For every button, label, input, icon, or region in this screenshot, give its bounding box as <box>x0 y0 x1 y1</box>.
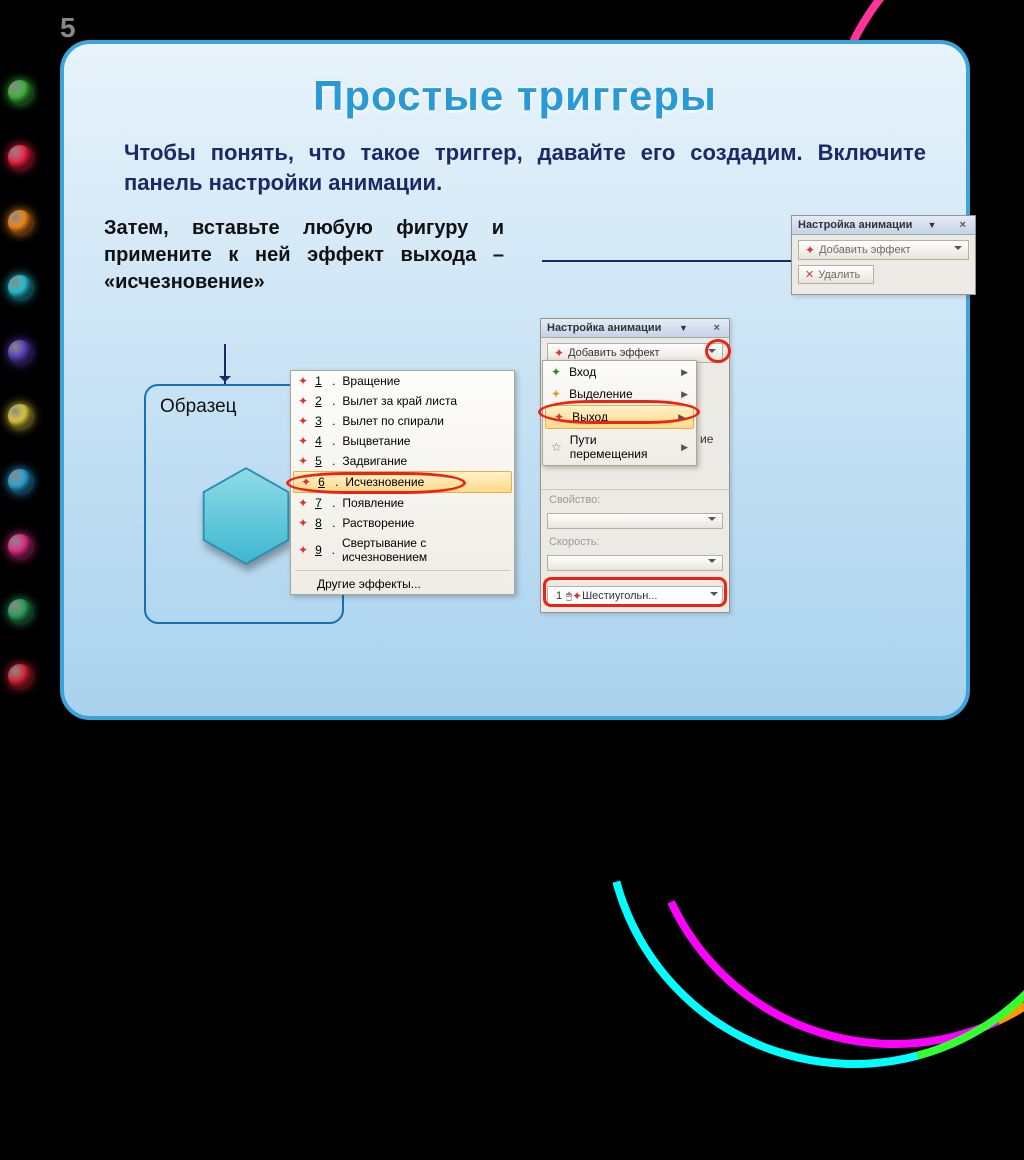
nav-ball[interactable] <box>8 664 32 688</box>
fx-item-1[interactable]: ✦1. Вращение <box>291 371 514 391</box>
nav-ball[interactable] <box>8 340 32 364</box>
separator <box>541 489 729 490</box>
delete-icon: ✕ <box>805 268 814 281</box>
add-effect-label: Добавить эффект <box>819 244 910 256</box>
clipped-text: ие <box>700 432 713 446</box>
dropdown-icon <box>708 559 716 567</box>
fx-label: Свертывание с исчезновением <box>342 536 507 564</box>
close-icon[interactable]: × <box>711 322 723 334</box>
hexagon-shape[interactable] <box>200 464 292 568</box>
pane-title: Настройка анимации <box>547 322 661 334</box>
fx-label: Вращение <box>342 374 400 388</box>
star-icon: ✦ <box>298 516 308 530</box>
star-icon: ✦ <box>298 543 308 557</box>
menu-label: Вход <box>569 365 596 379</box>
fx-label: Появление <box>342 496 404 510</box>
fx-item-7[interactable]: ✦7. Появление <box>291 493 514 513</box>
submenu-arrow-icon: ▶ <box>681 442 688 453</box>
menu-item-motionpath[interactable]: ☆ Пути перемещения ▶ <box>543 429 696 465</box>
star-icon: ✦ <box>554 410 564 424</box>
slide-title: Простые триггеры <box>94 72 936 120</box>
slide-card: Простые триггеры Чтобы понять, что такое… <box>60 40 970 720</box>
star-icon: ✦ <box>551 365 561 379</box>
arrow-down-icon <box>224 344 226 384</box>
fx-label: Растворение <box>342 516 414 530</box>
submenu-arrow-icon: ▶ <box>678 412 685 423</box>
pane-title: Настройка анимации <box>798 219 912 231</box>
fx-label: Вылет по спирали <box>342 414 444 428</box>
star-icon: ✦ <box>298 434 308 448</box>
effect-name: Шестиугольн... <box>582 590 710 602</box>
dropdown-icon <box>708 349 716 357</box>
path-icon: ☆ <box>551 440 562 454</box>
menu-item-emphasis[interactable]: ✦ Выделение ▶ <box>543 383 696 405</box>
menu-item-enter[interactable]: ✦ Вход ▶ <box>543 361 696 383</box>
slide-number: 5 <box>60 12 76 44</box>
menu-label: Выход <box>572 410 608 424</box>
star-icon: ✦ <box>298 496 308 510</box>
star-icon: ✦ <box>554 346 564 360</box>
fx-item-4[interactable]: ✦4. Выцветание <box>291 431 514 451</box>
fx-item-5[interactable]: ✦5. Задвигание <box>291 451 514 471</box>
fx-label: Другие эффекты... <box>317 577 421 591</box>
fx-item-3[interactable]: ✦3. Вылет по спирали <box>291 411 514 431</box>
star-icon: ✦ <box>298 414 308 428</box>
dropdown-icon <box>708 517 716 525</box>
star-icon: ✦ <box>298 394 308 408</box>
nav-ball[interactable] <box>8 145 32 169</box>
speed-label: Скорость: <box>541 534 729 550</box>
separator <box>295 570 510 571</box>
slide-nav-balls <box>8 0 44 768</box>
menu-item-exit[interactable]: ✦ Выход ▶ <box>545 405 694 429</box>
pane-header: Настройка анимации ▼ × <box>541 319 729 338</box>
delete-button-disabled: ✕ Удалить <box>798 265 874 284</box>
nav-ball[interactable] <box>8 275 32 299</box>
star-icon: ✦ <box>298 374 308 388</box>
nav-ball[interactable] <box>8 534 32 558</box>
dropdown-icon[interactable] <box>710 592 718 600</box>
fx-label: Выцветание <box>342 434 410 448</box>
fx-item-8[interactable]: ✦8. Растворение <box>291 513 514 533</box>
close-icon[interactable]: × <box>957 219 969 231</box>
fx-item-6[interactable]: ✦6. Исчезновение <box>293 471 512 493</box>
nav-ball[interactable] <box>8 599 32 623</box>
animation-pane-disabled: Настройка анимации ▼ × ✦ Добавить эффект… <box>791 215 976 295</box>
dropdown-icon <box>954 246 962 254</box>
fx-item-other[interactable]: Другие эффекты... <box>291 574 514 594</box>
star-icon: ✦ <box>551 387 561 401</box>
star-icon: ✦ <box>572 589 582 603</box>
intro-text: Чтобы понять, что такое триггер, давайте… <box>124 138 926 197</box>
submenu-arrow-icon: ▶ <box>681 367 688 378</box>
speed-dropdown[interactable] <box>547 555 723 571</box>
menu-label: Пути перемещения <box>570 433 673 461</box>
fx-label: Задвигание <box>342 454 407 468</box>
nav-ball[interactable] <box>8 210 32 234</box>
pane-header: Настройка анимации ▼ × <box>792 216 975 235</box>
effect-index: 1 <box>552 590 566 602</box>
submenu-arrow-icon: ▶ <box>681 389 688 400</box>
fx-label: Вылет за край листа <box>342 394 457 408</box>
menu-label: Выделение <box>569 387 633 401</box>
star-icon: ✦ <box>298 454 308 468</box>
instruction-text: Затем, вставьте любую фигуру и примените… <box>104 215 504 296</box>
pane-dropdown-icon[interactable]: ▼ <box>928 220 942 230</box>
nav-ball[interactable] <box>8 80 32 104</box>
effect-list-item[interactable]: 1 🖱 ✦ Шестиугольн... <box>547 586 723 606</box>
pane-dropdown-icon[interactable]: ▼ <box>679 323 693 333</box>
property-dropdown[interactable] <box>547 513 723 529</box>
fx-item-9[interactable]: ✦9. Свертывание с исчезновением <box>291 533 514 567</box>
nav-ball[interactable] <box>8 404 32 428</box>
delete-label: Удалить <box>818 269 860 281</box>
connector-line <box>542 260 792 262</box>
fx-item-2[interactable]: ✦2. Вылет за край листа <box>291 391 514 411</box>
add-effect-label: Добавить эффект <box>568 347 659 359</box>
star-icon: ✦ <box>805 243 815 257</box>
star-icon: ✦ <box>301 475 311 489</box>
property-label: Свойство: <box>541 492 729 508</box>
exit-effects-menu: ✦1. Вращение ✦2. Вылет за край листа ✦3.… <box>290 370 515 595</box>
effect-type-menu: ✦ Вход ▶ ✦ Выделение ▶ ✦ Выход ▶ ☆ Пути … <box>542 360 697 466</box>
nav-ball[interactable] <box>8 469 32 493</box>
fx-label: Исчезновение <box>345 475 424 489</box>
add-effect-button-disabled: ✦ Добавить эффект <box>798 240 969 260</box>
